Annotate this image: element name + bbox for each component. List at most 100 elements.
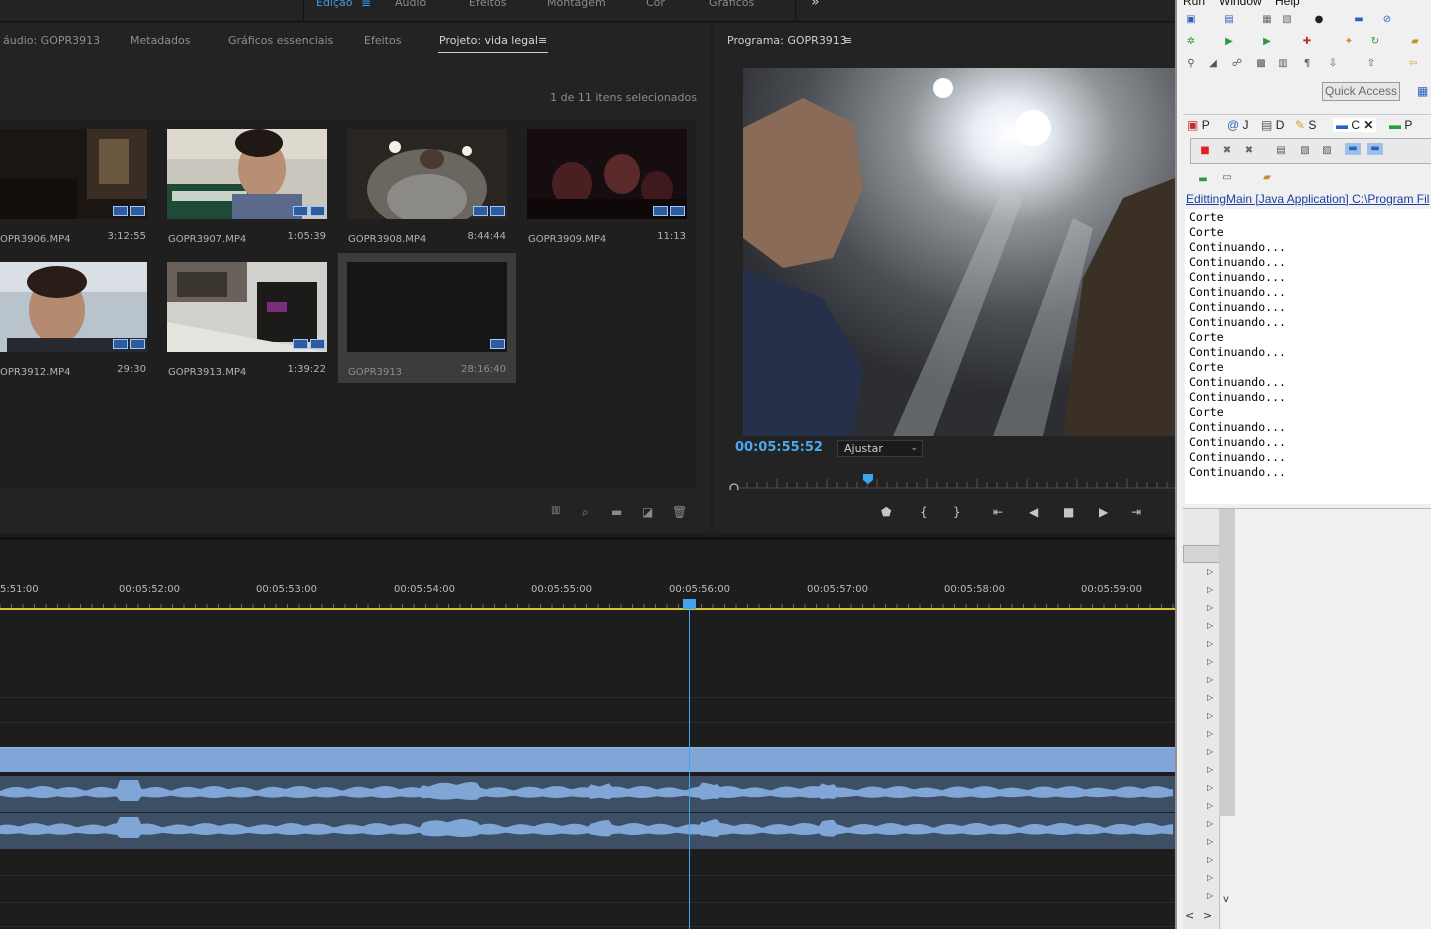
go-to-in-icon[interactable]: ⇤ xyxy=(993,505,1003,519)
show-console-icon[interactable]: ▬ xyxy=(1345,143,1361,155)
clip-item[interactable]: OPR3906.MP4 3:12:55 xyxy=(0,120,156,250)
close-icon[interactable]: ✕ xyxy=(1363,118,1373,132)
run-last-icon[interactable]: ▶ xyxy=(1261,36,1273,48)
selected-row[interactable] xyxy=(1183,545,1220,563)
mark-out-icon[interactable]: } xyxy=(953,505,961,519)
tree-expand-icon[interactable]: ▷ xyxy=(1207,693,1213,702)
go-to-out-icon[interactable]: ⇥ xyxy=(1131,505,1141,519)
word-wrap-icon[interactable]: ▨ xyxy=(1321,145,1333,157)
debug-profile-icon[interactable]: ● xyxy=(1313,14,1325,26)
new-bin-icon[interactable]: ▬ xyxy=(611,505,622,519)
new-package-icon[interactable]: ✦ xyxy=(1343,36,1355,48)
new-console-icon[interactable]: ▰ xyxy=(1261,172,1273,184)
clear-console-icon[interactable]: ▤ xyxy=(1275,145,1287,157)
tree-expand-icon[interactable]: ▷ xyxy=(1207,621,1213,630)
freeform-view-icon[interactable]: ▥ xyxy=(551,505,560,516)
tab-javadoc[interactable]: @ J xyxy=(1227,118,1249,132)
video-clip-bar[interactable] xyxy=(0,747,1175,772)
block-selection-icon[interactable]: ¶ xyxy=(1301,58,1313,70)
workspace-tab-edicao[interactable]: Edição xyxy=(316,0,353,9)
run-icon[interactable]: ▶ xyxy=(1223,36,1235,48)
search-icon[interactable]: ⌕ xyxy=(582,505,589,520)
tab-search[interactable]: ✎ S xyxy=(1295,118,1316,132)
open-console-icon[interactable]: ▬ xyxy=(1197,174,1209,186)
external-tools-icon[interactable]: ✚ xyxy=(1301,36,1313,48)
quick-access-input[interactable]: Quick Access xyxy=(1322,82,1400,101)
tree-expand-icon[interactable]: ▷ xyxy=(1207,855,1213,864)
menu-help[interactable]: Help xyxy=(1275,0,1300,8)
zoom-fit-select[interactable]: Ajustar ⌄ xyxy=(837,440,923,457)
panel-menu-icon[interactable]: ≡ xyxy=(843,34,852,47)
clip-item[interactable]: OPR3912.MP4 29:30 xyxy=(0,253,156,383)
new-item-icon[interactable]: ◪ xyxy=(642,505,653,519)
new-icon[interactable]: ▣ xyxy=(1185,14,1197,26)
tree-expand-icon[interactable]: ▷ xyxy=(1207,657,1213,666)
tree-expand-icon[interactable]: ▷ xyxy=(1207,765,1213,774)
prev-annotation-icon[interactable]: ⇧ xyxy=(1365,58,1377,70)
remove-all-icon[interactable]: ✖ xyxy=(1243,145,1255,157)
clip-item-selected[interactable]: GOPR3913 28:16:40 xyxy=(338,253,516,383)
display-console-icon[interactable]: ▭ xyxy=(1221,172,1233,184)
console-icon[interactable]: ▬ xyxy=(1353,14,1365,26)
playhead-line[interactable] xyxy=(689,602,690,929)
save-all-icon[interactable]: ▧ xyxy=(1281,14,1293,26)
playhead-timecode[interactable]: 00:05:55:52 xyxy=(735,440,823,455)
clip-item[interactable]: GOPR3913.MP4 1:39:22 xyxy=(158,253,336,383)
edit-icon[interactable]: ◢ xyxy=(1207,58,1219,70)
console-output[interactable]: Corte Corte Continuando... Continuando... Co… xyxy=(1185,209,1431,504)
tree-expand-icon[interactable]: ▷ xyxy=(1207,729,1213,738)
scroll-right-icon[interactable]: > xyxy=(1203,909,1212,922)
open-type-icon[interactable]: ▰ xyxy=(1409,36,1421,48)
step-back-icon[interactable]: ◀ xyxy=(1029,505,1038,519)
audio-clip-a2[interactable] xyxy=(0,813,1175,849)
open-perspective-icon[interactable]: ▦ xyxy=(1417,84,1428,98)
tree-expand-icon[interactable]: ▷ xyxy=(1207,585,1213,594)
tab-progress[interactable]: ▬ P xyxy=(1389,118,1412,132)
tree-expand-icon[interactable]: ▷ xyxy=(1207,639,1213,648)
tree-expand-icon[interactable]: ▷ xyxy=(1207,567,1213,576)
tree-expand-icon[interactable]: ▷ xyxy=(1207,783,1213,792)
stop-icon[interactable]: ■ xyxy=(1063,505,1074,519)
clip-item[interactable]: GOPR3909.MP4 11:13 xyxy=(518,120,696,250)
audio-clip-a1[interactable] xyxy=(0,776,1175,812)
next-annotation-icon[interactable]: ⇩ xyxy=(1327,58,1339,70)
tree-expand-icon[interactable]: ▷ xyxy=(1207,891,1213,900)
step-forward-icon[interactable]: ▶ xyxy=(1099,505,1108,519)
time-ruler[interactable] xyxy=(0,608,1175,610)
tab-metadados[interactable]: Metadados xyxy=(130,34,190,47)
tab-problems[interactable]: ▣ P xyxy=(1187,118,1210,132)
add-marker-icon[interactable]: ⬟ xyxy=(881,505,891,519)
show-whitespace-icon[interactable]: ▥ xyxy=(1277,58,1289,70)
clip-item[interactable]: GOPR3907.MP4 1:05:39 xyxy=(158,120,336,250)
tab-audio-mixer[interactable]: áudio: GOPR3913 xyxy=(3,34,100,47)
tab-projeto[interactable]: Projeto: vida legal xyxy=(439,34,538,47)
search-icon[interactable]: ⚲ xyxy=(1185,58,1197,70)
hamburger-icon[interactable]: ≡ xyxy=(361,0,371,10)
back-icon[interactable]: ⇦ xyxy=(1407,58,1419,70)
terminate-icon[interactable]: ■ xyxy=(1199,145,1211,157)
debug-icon[interactable]: ✲ xyxy=(1185,36,1197,48)
tab-console[interactable]: ▬ C ✕ xyxy=(1333,118,1377,132)
tab-graficos-essenciais[interactable]: Gráficos essenciais xyxy=(228,34,333,47)
tree-expand-icon[interactable]: ▷ xyxy=(1207,819,1213,828)
tree-expand-icon[interactable]: ▷ xyxy=(1207,837,1213,846)
pin-console-icon[interactable]: ▬ xyxy=(1367,143,1383,155)
workspace-tab-audio[interactable]: Áudio xyxy=(395,0,426,9)
tree-expand-icon[interactable]: ▷ xyxy=(1207,801,1213,810)
workspace-tab-montagem[interactable]: Montagem xyxy=(547,0,606,9)
refresh-icon[interactable]: ↻ xyxy=(1369,36,1381,48)
tree-expand-icon[interactable]: ▷ xyxy=(1207,747,1213,756)
tree-expand-icon[interactable]: ▷ xyxy=(1207,675,1213,684)
more-workspaces-button[interactable]: » xyxy=(811,0,820,10)
trash-icon[interactable]: 🗑 xyxy=(672,505,687,519)
mark-in-icon[interactable]: { xyxy=(920,505,928,519)
scrollbar-thumb[interactable] xyxy=(1219,509,1235,816)
tree-expand-icon[interactable]: ▷ xyxy=(1207,603,1213,612)
annotation-icon[interactable]: ☍ xyxy=(1231,58,1243,70)
workspace-tab-graficos[interactable]: Gráficos xyxy=(709,0,754,9)
workspace-tab-cor[interactable]: Cor xyxy=(646,0,665,9)
save-icon[interactable]: ▦ xyxy=(1261,14,1273,26)
clip-item[interactable]: GOPR3908.MP4 8:44:44 xyxy=(338,120,516,250)
tab-efeitos[interactable]: Efeitos xyxy=(364,34,401,47)
menu-window[interactable]: Window xyxy=(1219,0,1262,8)
